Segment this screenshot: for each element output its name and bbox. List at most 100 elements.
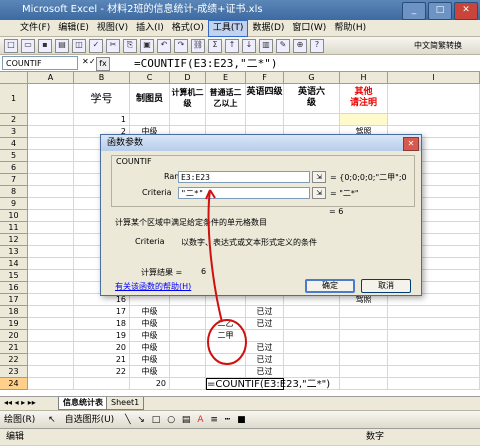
col-header-g[interactable]: G bbox=[284, 72, 340, 84]
sort-asc-icon[interactable]: ↑ bbox=[225, 38, 239, 53]
header-cet6[interactable]: 英语六级 bbox=[284, 84, 340, 114]
cell-h24[interactable] bbox=[340, 378, 388, 390]
cell-f20[interactable] bbox=[246, 330, 284, 342]
ok-button[interactable]: 确定 bbox=[305, 279, 355, 293]
menu-format[interactable]: 格式(O) bbox=[168, 21, 208, 36]
cancel-button[interactable]: 取消 bbox=[361, 279, 411, 293]
cell-d24[interactable] bbox=[170, 378, 206, 390]
row-header[interactable]: 6 bbox=[0, 162, 28, 174]
criteria-collapse-icon[interactable]: ⇲ bbox=[312, 187, 326, 199]
cell-a6[interactable] bbox=[28, 162, 74, 174]
cell-b2[interactable]: 1 bbox=[74, 114, 130, 126]
cell-c19[interactable]: 中级 bbox=[130, 318, 170, 330]
cell-b24[interactable] bbox=[74, 378, 130, 390]
cell-h19[interactable] bbox=[340, 318, 388, 330]
cell-b18[interactable]: 17 bbox=[74, 306, 130, 318]
open-icon[interactable]: ▭ bbox=[21, 38, 35, 53]
rectangle-icon[interactable]: □ bbox=[152, 415, 161, 425]
cell-f18[interactable]: 已过 bbox=[246, 306, 284, 318]
cell-e2[interactable] bbox=[206, 114, 246, 126]
cell-f21[interactable]: 已过 bbox=[246, 342, 284, 354]
hyperlink-icon[interactable]: ⛓ bbox=[191, 38, 205, 53]
line-icon[interactable]: ╲ bbox=[125, 415, 130, 425]
row-header[interactable]: 15 bbox=[0, 270, 28, 282]
cell-i19[interactable] bbox=[388, 318, 480, 330]
cell-d22[interactable] bbox=[170, 354, 206, 366]
header-student-id[interactable]: 学号 bbox=[74, 84, 130, 114]
row-header[interactable]: 19 bbox=[0, 318, 28, 330]
row-header[interactable]: 14 bbox=[0, 258, 28, 270]
header-mandarin[interactable]: 普通话二乙以上 bbox=[206, 84, 246, 114]
col-header-h[interactable]: H bbox=[340, 72, 388, 84]
row-header[interactable]: 5 bbox=[0, 150, 28, 162]
row-header[interactable]: 18 bbox=[0, 306, 28, 318]
cell-a22[interactable] bbox=[28, 354, 74, 366]
sort-desc-icon[interactable]: ↓ bbox=[242, 38, 256, 53]
cell-f19[interactable]: 已过 bbox=[246, 318, 284, 330]
col-header-c[interactable]: C bbox=[130, 72, 170, 84]
cell-a2[interactable] bbox=[28, 114, 74, 126]
col-header-i[interactable]: I bbox=[388, 72, 480, 84]
cell-a10[interactable] bbox=[28, 210, 74, 222]
cell-a13[interactable] bbox=[28, 246, 74, 258]
cell-h23[interactable] bbox=[340, 366, 388, 378]
row-header[interactable]: 17 bbox=[0, 294, 28, 306]
dialog-close-button[interactable]: ✕ bbox=[403, 137, 419, 151]
col-header-b[interactable]: B bbox=[74, 72, 130, 84]
row-header[interactable]: 20 bbox=[0, 330, 28, 342]
cell-i24[interactable] bbox=[388, 378, 480, 390]
row-header[interactable]: 11 bbox=[0, 222, 28, 234]
cell-a19[interactable] bbox=[28, 318, 74, 330]
cell-a12[interactable] bbox=[28, 234, 74, 246]
cell-g18[interactable] bbox=[284, 306, 340, 318]
header-computer-level2[interactable]: 计算机二级 bbox=[170, 84, 206, 114]
textbox-icon[interactable]: ▤ bbox=[182, 415, 191, 425]
cell-g22[interactable] bbox=[284, 354, 340, 366]
drawing-icon[interactable]: ✎ bbox=[276, 38, 290, 53]
cell-i18[interactable] bbox=[388, 306, 480, 318]
cell-d18[interactable] bbox=[170, 306, 206, 318]
cell-a18[interactable] bbox=[28, 306, 74, 318]
cell-e24[interactable]: =COUNTIF(E3:E23,"二*") bbox=[206, 378, 330, 390]
close-button[interactable]: ✕ bbox=[454, 2, 478, 20]
menu-edit[interactable]: 编辑(E) bbox=[54, 21, 93, 36]
cell-a4[interactable] bbox=[28, 138, 74, 150]
row-header[interactable]: 3 bbox=[0, 126, 28, 138]
cell-h2[interactable] bbox=[340, 114, 388, 126]
row-header[interactable]: 9 bbox=[0, 198, 28, 210]
cell-i2[interactable] bbox=[388, 114, 480, 126]
maximize-button[interactable]: □ bbox=[428, 2, 452, 20]
cell-d19[interactable] bbox=[170, 318, 206, 330]
cell-b23[interactable]: 22 bbox=[74, 366, 130, 378]
chart-icon[interactable]: ▥ bbox=[259, 38, 273, 53]
cell-g24[interactable] bbox=[284, 378, 340, 390]
cell-a5[interactable] bbox=[28, 150, 74, 162]
shadow-icon[interactable]: ■ bbox=[237, 415, 246, 425]
row-header[interactable]: 8 bbox=[0, 186, 28, 198]
row-header[interactable]: 16 bbox=[0, 282, 28, 294]
redo-icon[interactable]: ↷ bbox=[174, 38, 188, 53]
row-header[interactable]: 13 bbox=[0, 246, 28, 258]
cell-d23[interactable] bbox=[170, 366, 206, 378]
cell-i23[interactable] bbox=[388, 366, 480, 378]
cell-a23[interactable] bbox=[28, 366, 74, 378]
insert-function-button[interactable]: fx bbox=[96, 57, 110, 71]
cell-g20[interactable] bbox=[284, 330, 340, 342]
row-header[interactable]: 21 bbox=[0, 342, 28, 354]
cell-a3[interactable] bbox=[28, 126, 74, 138]
row-header[interactable]: 23 bbox=[0, 366, 28, 378]
menu-data[interactable]: 数据(D) bbox=[248, 21, 288, 36]
cell-c23[interactable]: 中级 bbox=[130, 366, 170, 378]
sheet-tab-sheet1[interactable]: Sheet1 bbox=[106, 397, 145, 410]
cell-b19[interactable]: 18 bbox=[74, 318, 130, 330]
cell-c18[interactable]: 中级 bbox=[130, 306, 170, 318]
arrow-icon[interactable]: ↖ bbox=[48, 415, 56, 425]
cell-b22[interactable]: 21 bbox=[74, 354, 130, 366]
help-icon[interactable]: ? bbox=[310, 38, 324, 53]
cell-a8[interactable] bbox=[28, 186, 74, 198]
menu-file[interactable]: 文件(F) bbox=[0, 21, 54, 36]
col-header-e[interactable]: E bbox=[206, 72, 246, 84]
spelling-icon[interactable]: ✓ bbox=[89, 38, 103, 53]
cell-a20[interactable] bbox=[28, 330, 74, 342]
menu-window[interactable]: 窗口(W) bbox=[288, 21, 330, 36]
